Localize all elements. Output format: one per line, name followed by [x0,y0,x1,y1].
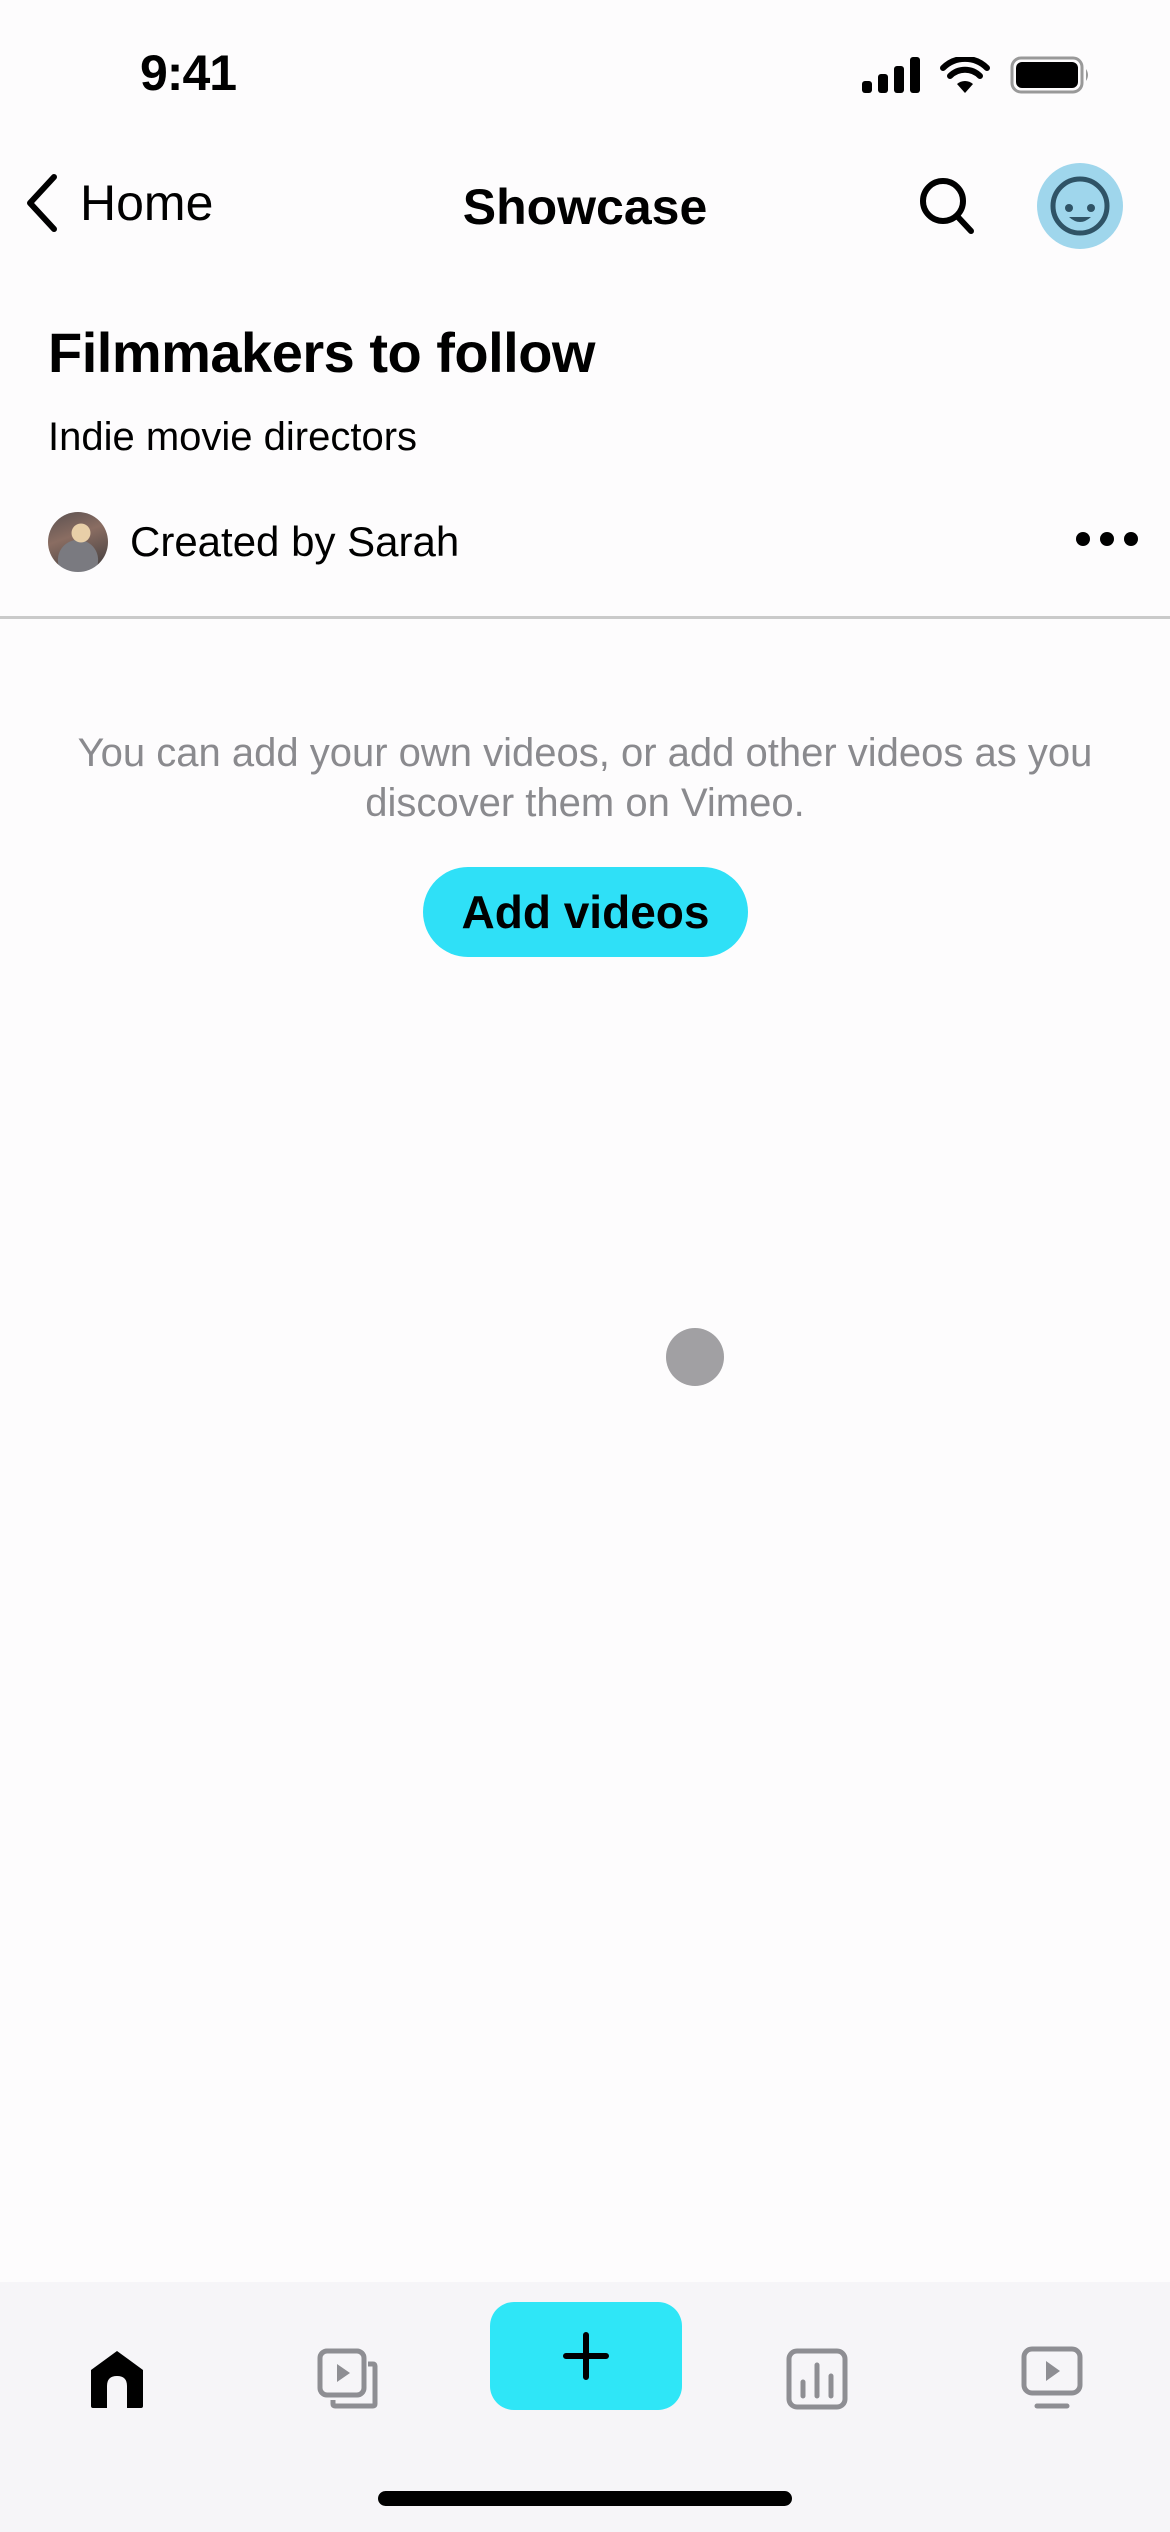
tab-watch[interactable] [997,2324,1107,2434]
ellipsis-icon [1124,532,1138,546]
video-stack-icon [317,2348,378,2409]
chevron-left-icon [27,174,57,232]
status-icons [862,56,1092,94]
touch-indicator [666,1328,724,1386]
navigation-bar: Home Showcase [0,160,1170,250]
wifi-icon [940,57,990,93]
plus-icon [563,2332,609,2380]
tab-analytics[interactable] [762,2324,872,2434]
home-icon [91,2351,143,2408]
back-button[interactable]: Home [22,172,213,234]
battery-icon [1010,56,1088,94]
add-videos-button[interactable]: Add videos [423,867,748,957]
ellipsis-icon [1100,532,1114,546]
screen: 9:41 Home Showcase Filmmakers to follow … [0,0,1170,2532]
creator-row[interactable]: Created by Sarah [48,512,459,572]
showcase-description: Indie movie directors [48,415,418,459]
more-options-button[interactable] [1070,526,1144,552]
bar-chart-icon [786,2348,848,2410]
tab-create[interactable] [490,2302,682,2410]
search-button[interactable] [918,176,978,243]
ellipsis-icon [1076,532,1090,546]
divider [0,616,1170,619]
profile-avatar-button[interactable] [1037,163,1123,249]
tv-play-icon [1021,2346,1083,2409]
tab-home[interactable] [62,2324,172,2434]
profile-avatar-icon [1050,176,1110,236]
status-time: 9:41 [140,45,237,101]
creator-avatar [48,512,108,572]
cellular-signal-icon [862,57,920,93]
empty-state-message: You can add your own videos, or add othe… [77,731,1093,825]
creator-label: Created by Sarah [130,518,460,565]
search-icon [920,178,974,234]
showcase-title: Filmmakers to follow [48,321,596,384]
tab-library[interactable] [293,2324,403,2434]
home-indicator[interactable] [378,2491,792,2506]
back-label: Home [80,175,214,231]
